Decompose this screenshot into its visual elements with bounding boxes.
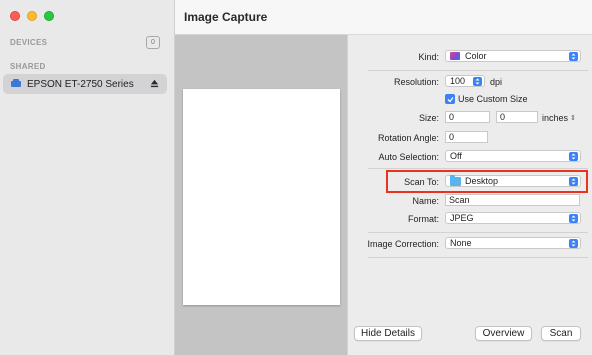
zoom-window-button[interactable] [44,11,54,21]
device-name: EPSON ET-2750 Series [27,78,134,90]
scan-preview-area[interactable] [175,35,347,355]
format-value: JPEG [450,213,474,223]
scan-button[interactable]: Scan [541,326,581,341]
sidebar: DEVICES 0 SHARED EPSON ET-2750 Series [0,0,175,355]
popup-arrows-icon [569,239,578,248]
resolution-label: Resolution: [393,77,439,87]
popup-arrows-icon [569,214,578,223]
preview-page [183,89,340,305]
eject-icon[interactable] [150,79,159,88]
unit-stepper-icon: ⇕ [570,115,576,122]
popup-arrows-icon [569,52,578,61]
name-label: Name: [412,196,439,206]
resolution-unit: dpi [490,77,503,87]
resolution-popup[interactable]: 100 [445,75,485,87]
size-width-field[interactable]: 0 [445,111,490,123]
window-header: Image Capture [175,0,592,35]
hide-details-button[interactable]: Hide Details [354,326,422,341]
close-window-button[interactable] [10,11,20,21]
scanner-icon [11,79,21,87]
image-correction-popup[interactable]: None [445,237,581,249]
image-correction-label: Image Correction: [367,239,439,249]
size-unit-value: inches [542,113,569,123]
format-label: Format: [407,214,439,224]
rotation-angle-label: Rotation Angle: [377,133,439,143]
separator [368,168,588,169]
image-correction-value: None [450,238,472,248]
devices-section-label: DEVICES [10,38,48,47]
use-custom-size-checkbox[interactable] [445,94,455,104]
kind-popup[interactable]: Color [445,50,581,62]
scan-to-value: Desktop [465,176,499,186]
separator [368,70,588,71]
use-custom-size-label: Use Custom Size [458,94,528,104]
size-unit-popup[interactable]: inches ⇕ [542,113,576,123]
sidebar-item-epson-scanner[interactable]: EPSON ET-2750 Series [3,74,167,94]
window-controls [10,11,54,21]
separator [368,257,588,258]
kind-label: Kind: [418,52,439,62]
scan-to-label: Scan To: [404,177,439,187]
popup-arrows-icon [569,152,578,161]
size-label: Size: [418,113,439,123]
separator [368,232,588,233]
auto-selection-popup[interactable]: Off [445,150,581,162]
devices-count-badge: 0 [146,36,160,49]
format-popup[interactable]: JPEG [445,212,581,224]
settings-panel: Kind: Color Resolution: 100 dpi Use Cust… [347,35,592,355]
kind-value: Color [465,51,487,61]
checkmark-icon [447,96,454,102]
folder-icon [450,174,461,186]
name-field[interactable]: Scan [445,194,580,206]
popup-arrows-icon [473,77,482,86]
auto-selection-value: Off [450,151,462,161]
rotation-angle-field[interactable]: 0 [445,131,488,143]
scan-to-popup[interactable]: Desktop [445,174,581,187]
resolution-value: 100 [450,76,466,86]
color-swatch-icon [450,52,460,60]
shared-section-label: SHARED [10,62,46,71]
auto-selection-label: Auto Selection: [378,152,439,162]
size-height-field[interactable]: 0 [496,111,538,123]
minimize-window-button[interactable] [27,11,37,21]
overview-button[interactable]: Overview [475,326,532,341]
window-title: Image Capture [184,10,268,24]
popup-arrows-icon [569,177,578,186]
